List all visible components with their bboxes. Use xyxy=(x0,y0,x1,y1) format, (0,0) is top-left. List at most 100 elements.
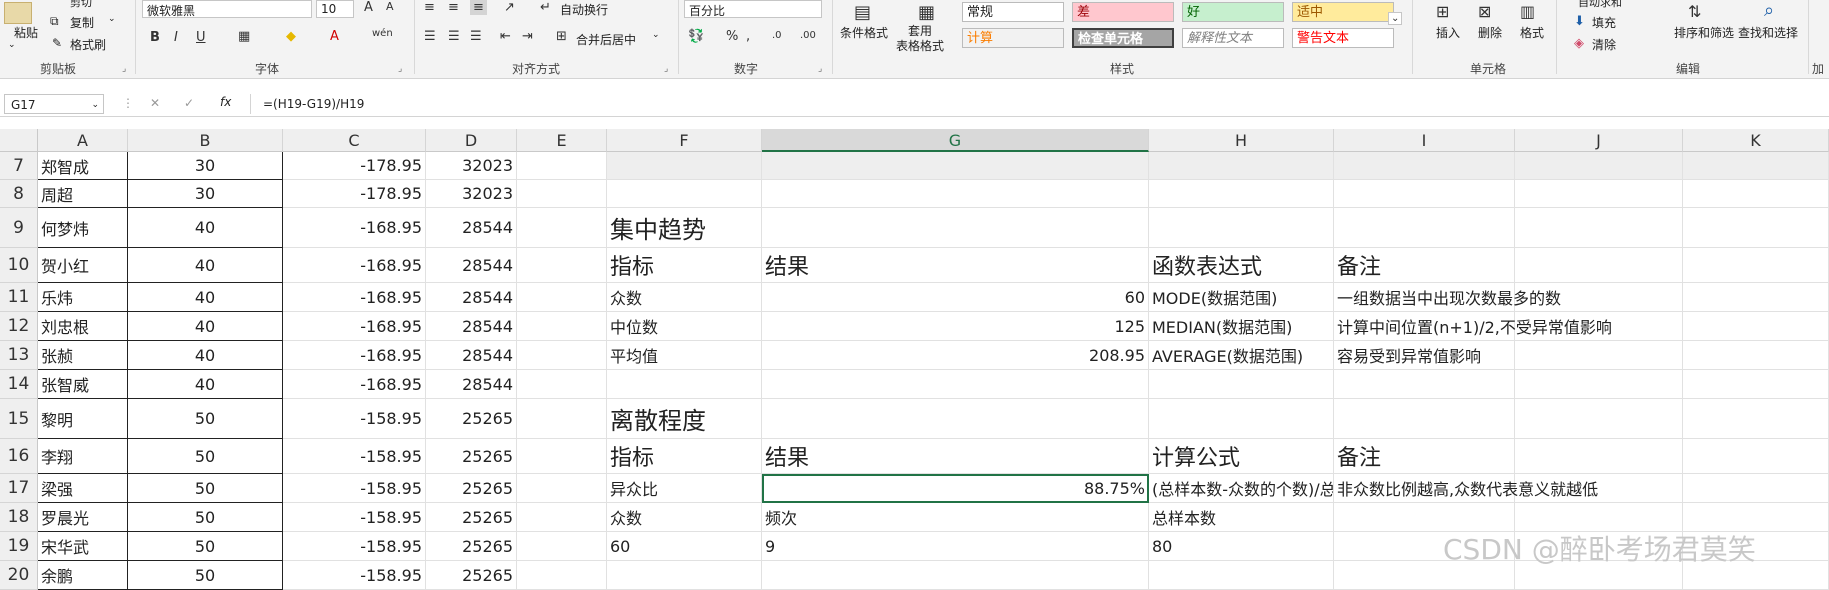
align-top-icon[interactable]: ≡ xyxy=(424,0,435,15)
cell-squared[interactable]: 32023 xyxy=(426,180,517,208)
cell-deviation[interactable]: -158.95 xyxy=(283,439,426,474)
column-header-b[interactable]: B xyxy=(128,129,283,152)
cancel-icon[interactable]: ✕ xyxy=(150,96,160,110)
sub-value[interactable]: 9 xyxy=(762,532,1149,561)
orientation-icon[interactable]: ↗ xyxy=(504,0,515,15)
decrease-decimal-icon[interactable]: .00 xyxy=(800,30,816,41)
chevron-down-icon[interactable]: ⌄ xyxy=(108,14,116,24)
cell-score[interactable]: 40 xyxy=(128,208,283,248)
cell-squared[interactable]: 25265 xyxy=(426,503,517,532)
row-header-10[interactable]: 10 xyxy=(0,248,38,283)
underline-button[interactable]: U xyxy=(196,30,206,45)
cell-squared[interactable]: 25265 xyxy=(426,561,517,590)
cell-name[interactable]: 李翔 xyxy=(38,439,128,474)
cell-squared[interactable]: 28544 xyxy=(426,370,517,399)
cell-k16[interactable] xyxy=(1683,439,1829,474)
dialog-launcher-icon[interactable]: ⌟ xyxy=(664,64,668,74)
column-header-a[interactable]: A xyxy=(38,129,128,152)
cell-i15[interactable] xyxy=(1334,399,1515,439)
paste-icon[interactable] xyxy=(4,2,32,24)
cell-deviation[interactable]: -168.95 xyxy=(283,341,426,370)
conditional-format-icon[interactable]: ▤ xyxy=(854,2,871,23)
cell-k8[interactable] xyxy=(1683,180,1829,208)
row-header-19[interactable]: 19 xyxy=(0,532,38,561)
cell-k11[interactable] xyxy=(1683,283,1829,312)
metric-name[interactable]: 中位数 xyxy=(607,312,762,341)
cell-name[interactable]: 刘忠根 xyxy=(38,312,128,341)
cell-name[interactable]: 乐炜 xyxy=(38,283,128,312)
cell-score[interactable]: 40 xyxy=(128,283,283,312)
cell-squared[interactable]: 28544 xyxy=(426,312,517,341)
cell-score[interactable]: 50 xyxy=(128,439,283,474)
autosum-button[interactable]: 自动求和 xyxy=(1578,0,1622,10)
column-header-k[interactable]: K xyxy=(1683,129,1829,152)
fill-color-icon[interactable]: ◆ xyxy=(286,29,296,44)
cell-deviation[interactable]: -178.95 xyxy=(283,152,426,180)
cell-h7[interactable] xyxy=(1149,152,1334,180)
cell-score[interactable]: 30 xyxy=(128,152,283,180)
cell-style-4[interactable]: 计算 xyxy=(962,28,1064,48)
cell-name[interactable]: 梁强 xyxy=(38,474,128,503)
cell-name[interactable]: 黎明 xyxy=(38,399,128,439)
table-header[interactable]: 指标 xyxy=(607,248,762,283)
cell-k14[interactable] xyxy=(1683,370,1829,399)
cut-button[interactable]: 剪切 xyxy=(70,0,92,10)
cell-e11[interactable] xyxy=(517,283,607,312)
delete-cells-icon[interactable]: ⊠ xyxy=(1478,2,1491,21)
cell-g20[interactable] xyxy=(762,561,1149,590)
section-title-dispersion[interactable]: 离散程度 xyxy=(607,399,762,439)
table-header[interactable]: 计算公式 xyxy=(1149,439,1334,474)
row-header-20[interactable]: 20 xyxy=(0,561,38,590)
cell-score[interactable]: 40 xyxy=(128,248,283,283)
cell-squared[interactable]: 28544 xyxy=(426,248,517,283)
row-header-8[interactable]: 8 xyxy=(0,180,38,208)
row-header-16[interactable]: 16 xyxy=(0,439,38,474)
cell-h20[interactable] xyxy=(1149,561,1334,590)
active-cell-g17[interactable]: 88.75% xyxy=(762,474,1149,503)
dialog-launcher-icon[interactable]: ⌟ xyxy=(122,64,126,74)
cell-style-2[interactable]: 好 xyxy=(1182,2,1284,22)
font-name-select[interactable]: 微软雅黑 xyxy=(142,0,312,18)
cell-e16[interactable] xyxy=(517,439,607,474)
formula-input[interactable]: =(H19-G19)/H19 xyxy=(250,94,1825,114)
cell-k13[interactable] xyxy=(1683,341,1829,370)
delete-cells-button[interactable]: 删除 xyxy=(1478,24,1502,41)
percent-button[interactable]: % xyxy=(726,29,738,44)
cell-score[interactable]: 40 xyxy=(128,312,283,341)
cell-score[interactable]: 50 xyxy=(128,532,283,561)
table-header[interactable]: 结果 xyxy=(762,439,1149,474)
currency-icon[interactable]: 💱 xyxy=(688,29,704,44)
cell-deviation[interactable]: -168.95 xyxy=(283,208,426,248)
sub-header[interactable]: 频次 xyxy=(762,503,1149,532)
row-header-9[interactable]: 9 xyxy=(0,208,38,248)
metric-function[interactable]: MEDIAN(数据范围) xyxy=(1149,312,1334,341)
merge-center-button[interactable]: 合并后居中 xyxy=(576,31,636,48)
find-select-button[interactable]: 查找和选择 xyxy=(1738,24,1798,41)
column-header-f[interactable]: F xyxy=(607,129,762,152)
cell-i14[interactable] xyxy=(1334,370,1515,399)
cell-f7[interactable] xyxy=(607,152,762,180)
select-all-button[interactable] xyxy=(0,129,38,152)
cell-name[interactable]: 张赪 xyxy=(38,341,128,370)
column-header-c[interactable]: C xyxy=(283,129,426,152)
metric-note[interactable]: 一组数据当中出现次数最多的数 xyxy=(1334,283,1683,312)
table-header[interactable]: 备注 xyxy=(1334,439,1515,474)
cell-e12[interactable] xyxy=(517,312,607,341)
cell-k10[interactable] xyxy=(1683,248,1829,283)
bold-button[interactable]: B xyxy=(150,30,160,45)
cell-score[interactable]: 40 xyxy=(128,370,283,399)
cell-squared[interactable]: 25265 xyxy=(426,439,517,474)
cell-deviation[interactable]: -158.95 xyxy=(283,532,426,561)
cell-f14[interactable] xyxy=(607,370,762,399)
cell-e15[interactable] xyxy=(517,399,607,439)
cell-i7[interactable] xyxy=(1334,152,1515,180)
cell-deviation[interactable]: -158.95 xyxy=(283,474,426,503)
metric-formula[interactable]: (总样本数-众数的个数)/总 xyxy=(1149,474,1334,503)
section-title-central[interactable]: 集中趋势 xyxy=(607,208,762,248)
table-header[interactable]: 指标 xyxy=(607,439,762,474)
column-header-g[interactable]: G xyxy=(762,129,1149,152)
cell-i8[interactable] xyxy=(1334,180,1515,208)
cell-score[interactable]: 30 xyxy=(128,180,283,208)
sub-header[interactable]: 众数 xyxy=(607,503,762,532)
cell-score[interactable]: 50 xyxy=(128,503,283,532)
